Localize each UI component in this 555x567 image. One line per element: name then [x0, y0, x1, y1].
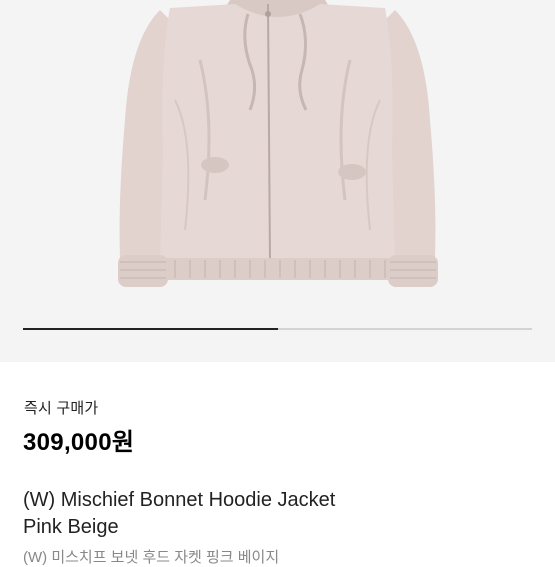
- product-image-carousel[interactable]: [0, 0, 555, 362]
- product-name-line2: Pink Beige: [23, 516, 119, 538]
- product-name[interactable]: (W) Mischief Bonnet Hoodie Jacket Pink B…: [23, 487, 523, 541]
- product-image: [118, 0, 438, 287]
- product-name-korean: (W) 미스치프 보넷 후드 자켓 핑크 베이지: [23, 549, 280, 566]
- price-value: 309,000원: [23, 429, 135, 456]
- product-name-line1: (W) Mischief Bonnet Hoodie Jacket: [23, 489, 336, 511]
- carousel-progress-track: [23, 328, 532, 330]
- carousel-progress-bar: [23, 328, 278, 330]
- price-label: 즉시 구매가: [24, 400, 99, 417]
